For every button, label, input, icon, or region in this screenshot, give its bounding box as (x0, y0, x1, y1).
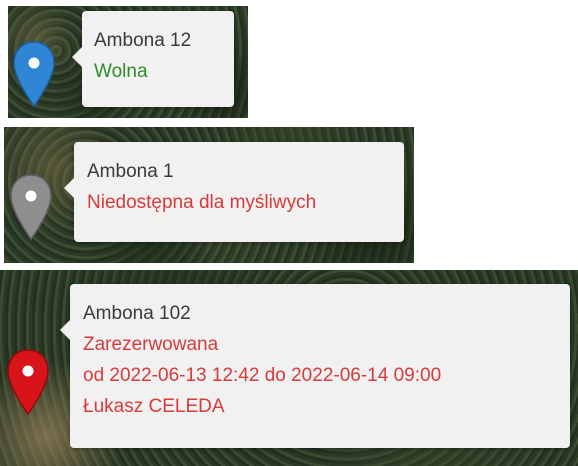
marker-popup: Ambona 102 Zarezerwowana od 2022-06-13 1… (60, 284, 570, 448)
marker-popup: Ambona 12 Wolna (72, 11, 234, 107)
marker-popup: Ambona 1 Niedostępna dla myśliwych (64, 142, 404, 242)
map-pin-icon[interactable] (9, 173, 53, 241)
map-pin-icon[interactable] (6, 348, 50, 416)
hunter-name: Łukasz CELEDA (83, 396, 225, 417)
map-panel-ambona-12: Ambona 12 Wolna (8, 6, 248, 118)
marker-title: Ambona 102 (83, 303, 191, 324)
marker-title: Ambona 1 (87, 161, 174, 182)
map-pin-icon[interactable] (12, 40, 56, 108)
marker-status: Wolna (94, 61, 148, 82)
map-panel-ambona-102: Ambona 102 Zarezerwowana od 2022-06-13 1… (0, 270, 578, 466)
marker-status: Niedostępna dla myśliwych (87, 192, 317, 213)
marker-status: Zarezerwowana (83, 334, 219, 355)
reservation-period: od 2022-06-13 12:42 do 2022-06-14 09:00 (83, 365, 442, 386)
marker-title: Ambona 12 (94, 30, 192, 51)
map-panel-ambona-1: Ambona 1 Niedostępna dla myśliwych (4, 127, 414, 263)
